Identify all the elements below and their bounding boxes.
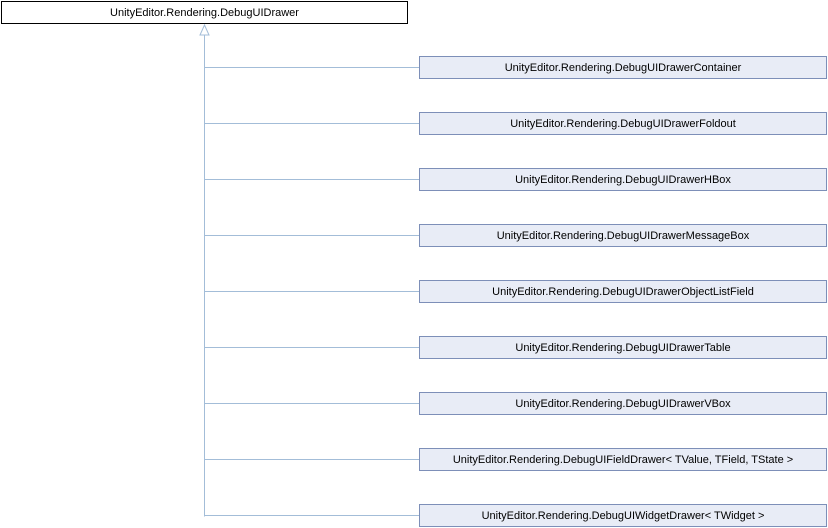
derived-class-node-hbox[interactable]: UnityEditor.Rendering.DebugUIDrawerHBox [419, 168, 827, 191]
derived-class-node-widgetdrawer[interactable]: UnityEditor.Rendering.DebugUIWidgetDrawe… [419, 504, 827, 527]
derived-class-node-table[interactable]: UnityEditor.Rendering.DebugUIDrawerTable [419, 336, 827, 359]
derived-class-node-messagebox[interactable]: UnityEditor.Rendering.DebugUIDrawerMessa… [419, 224, 827, 247]
base-class-node[interactable]: UnityEditor.Rendering.DebugUIDrawer [1, 1, 408, 24]
derived-class-label: UnityEditor.Rendering.DebugUIDrawerVBox [515, 397, 731, 410]
derived-class-label: UnityEditor.Rendering.DebugUIDrawerFoldo… [510, 117, 736, 130]
inheritance-diagram: UnityEditor.Rendering.DebugUIDrawer Unit… [0, 0, 828, 528]
derived-class-label: UnityEditor.Rendering.DebugUIDrawerHBox [515, 173, 731, 186]
derived-class-label: UnityEditor.Rendering.DebugUIDrawerConta… [504, 61, 742, 74]
derived-class-label: UnityEditor.Rendering.DebugUIFieldDrawer… [452, 453, 794, 466]
derived-class-node-container[interactable]: UnityEditor.Rendering.DebugUIDrawerConta… [419, 56, 827, 79]
derived-class-label: UnityEditor.Rendering.DebugUIWidgetDrawe… [481, 509, 765, 522]
derived-class-node-fielddrawer[interactable]: UnityEditor.Rendering.DebugUIFieldDrawer… [419, 448, 827, 471]
derived-class-label: UnityEditor.Rendering.DebugUIDrawerTable [515, 341, 731, 354]
derived-class-node-vbox[interactable]: UnityEditor.Rendering.DebugUIDrawerVBox [419, 392, 827, 415]
derived-class-node-foldout[interactable]: UnityEditor.Rendering.DebugUIDrawerFoldo… [419, 112, 827, 135]
derived-class-label: UnityEditor.Rendering.DebugUIDrawerObjec… [492, 285, 754, 298]
base-class-label: UnityEditor.Rendering.DebugUIDrawer [110, 6, 299, 19]
inheritance-arrowhead [199, 23, 210, 36]
derived-class-node-objectlistfield[interactable]: UnityEditor.Rendering.DebugUIDrawerObjec… [419, 280, 827, 303]
derived-class-label: UnityEditor.Rendering.DebugUIDrawerMessa… [496, 229, 750, 242]
